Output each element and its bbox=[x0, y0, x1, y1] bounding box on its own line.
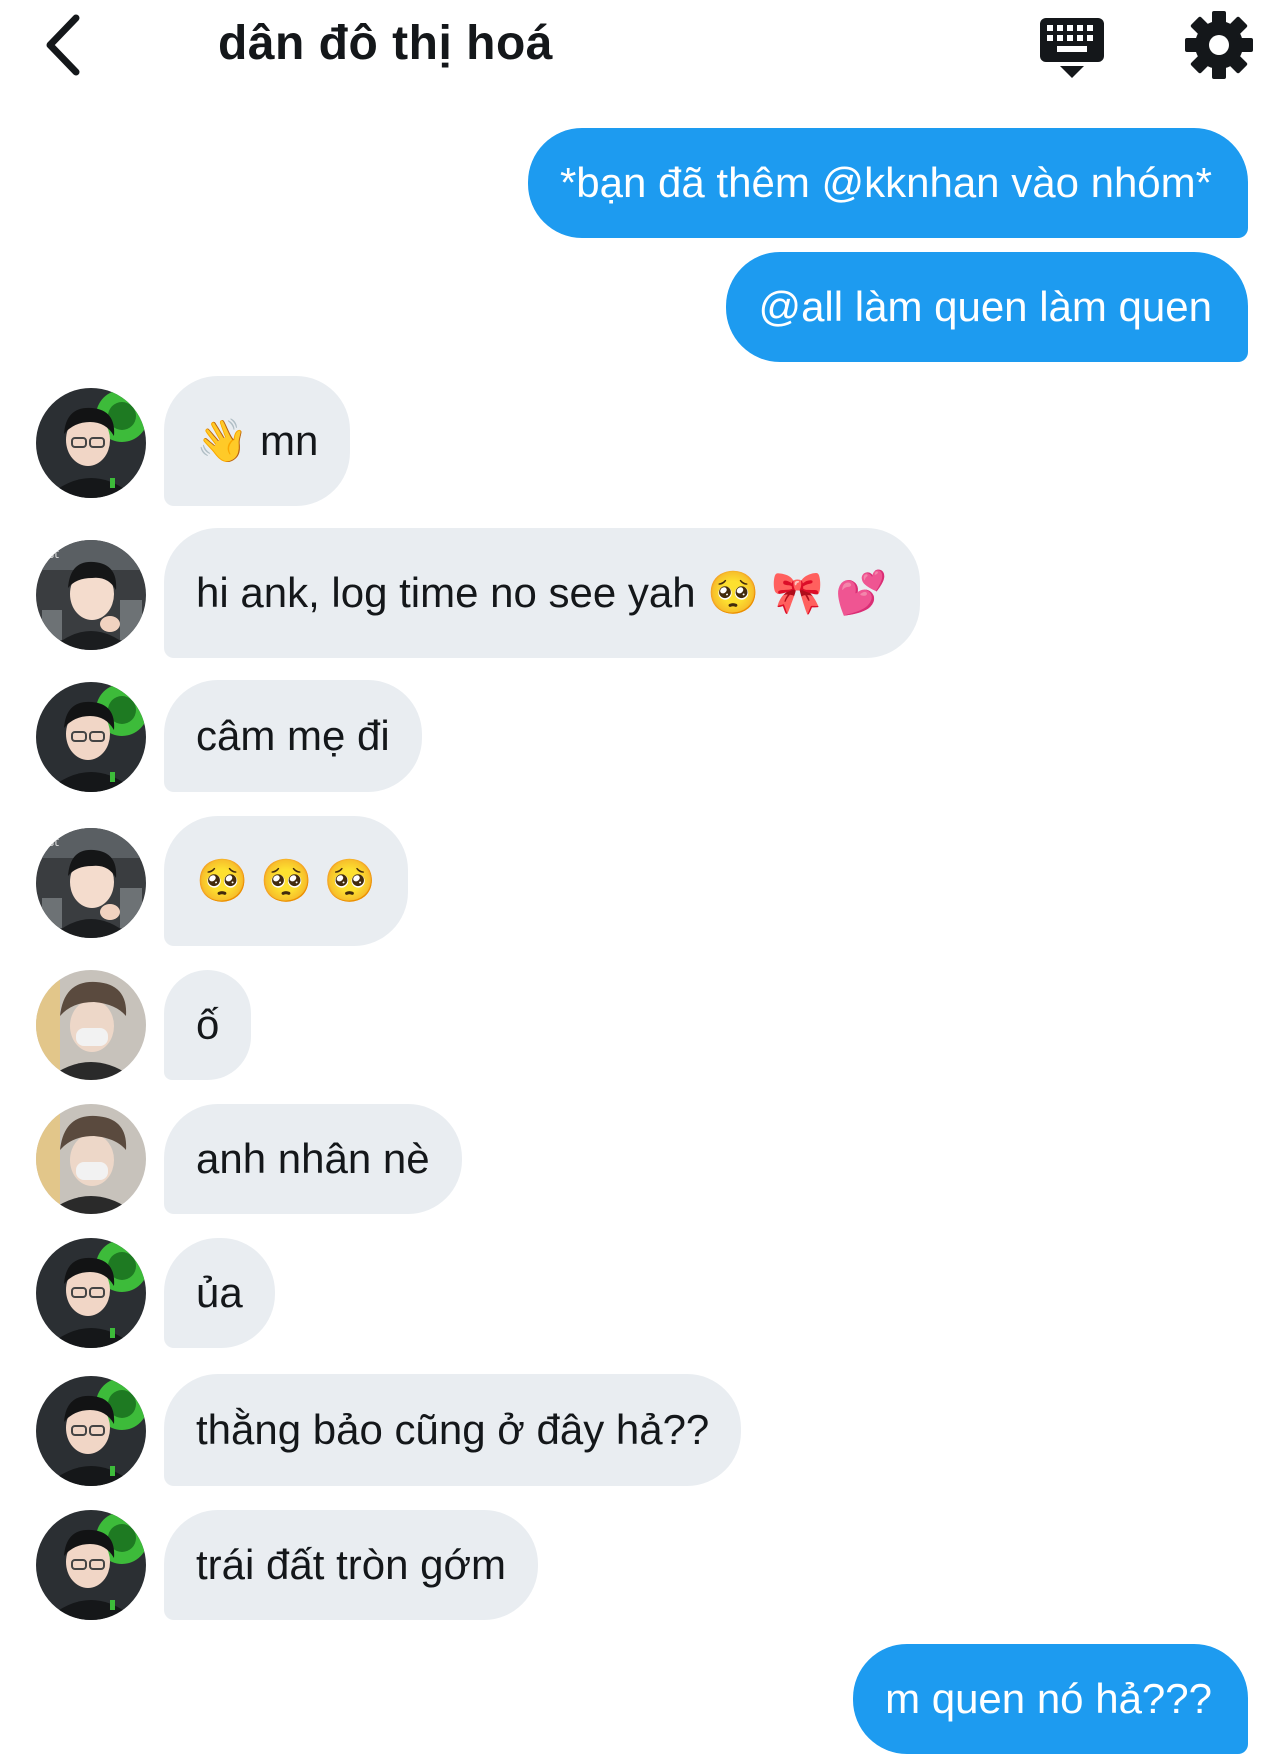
incoming-message[interactable]: thằng bảo cũng ở đây hả?? bbox=[164, 1374, 742, 1486]
conversation-title: dân đô thị hoá bbox=[218, 17, 553, 70]
avatar[interactable] bbox=[36, 388, 146, 498]
settings-button[interactable] bbox=[1182, 8, 1256, 82]
avatar[interactable] bbox=[36, 540, 146, 650]
keyboard-button[interactable] bbox=[1036, 14, 1108, 80]
gear-icon bbox=[1185, 11, 1253, 79]
chat-header: dân đô thị hoá bbox=[0, 0, 1284, 100]
incoming-message[interactable]: trái đất tròn gớm bbox=[164, 1510, 538, 1620]
incoming-message[interactable]: hi ank, log time no see yah 🥺 🎀 💕 bbox=[164, 528, 920, 658]
outgoing-message[interactable]: *bạn đã thêm @kknhan vào nhóm* bbox=[527, 128, 1248, 238]
back-button[interactable] bbox=[36, 8, 96, 78]
keyboard-icon bbox=[1040, 18, 1104, 78]
avatar[interactable] bbox=[36, 1238, 146, 1348]
incoming-message[interactable]: ủa bbox=[164, 1238, 275, 1348]
incoming-message[interactable]: câm mẹ đi bbox=[164, 680, 422, 792]
chevron-left-icon bbox=[46, 14, 80, 76]
avatar[interactable] bbox=[36, 1510, 146, 1620]
incoming-message[interactable]: ố bbox=[164, 970, 252, 1080]
incoming-message[interactable]: 👋 mn bbox=[164, 376, 351, 506]
avatar[interactable] bbox=[36, 682, 146, 792]
incoming-message[interactable]: 🥺 🥺 🥺 bbox=[164, 816, 409, 946]
avatar[interactable] bbox=[36, 1376, 146, 1486]
outgoing-message[interactable]: m quen nó hả??? bbox=[853, 1644, 1248, 1754]
avatar[interactable] bbox=[36, 1104, 146, 1214]
outgoing-message[interactable]: @all làm quen làm quen bbox=[726, 252, 1248, 362]
avatar[interactable] bbox=[36, 970, 146, 1080]
avatar[interactable] bbox=[36, 828, 146, 938]
incoming-message[interactable]: anh nhân nè bbox=[164, 1104, 462, 1214]
